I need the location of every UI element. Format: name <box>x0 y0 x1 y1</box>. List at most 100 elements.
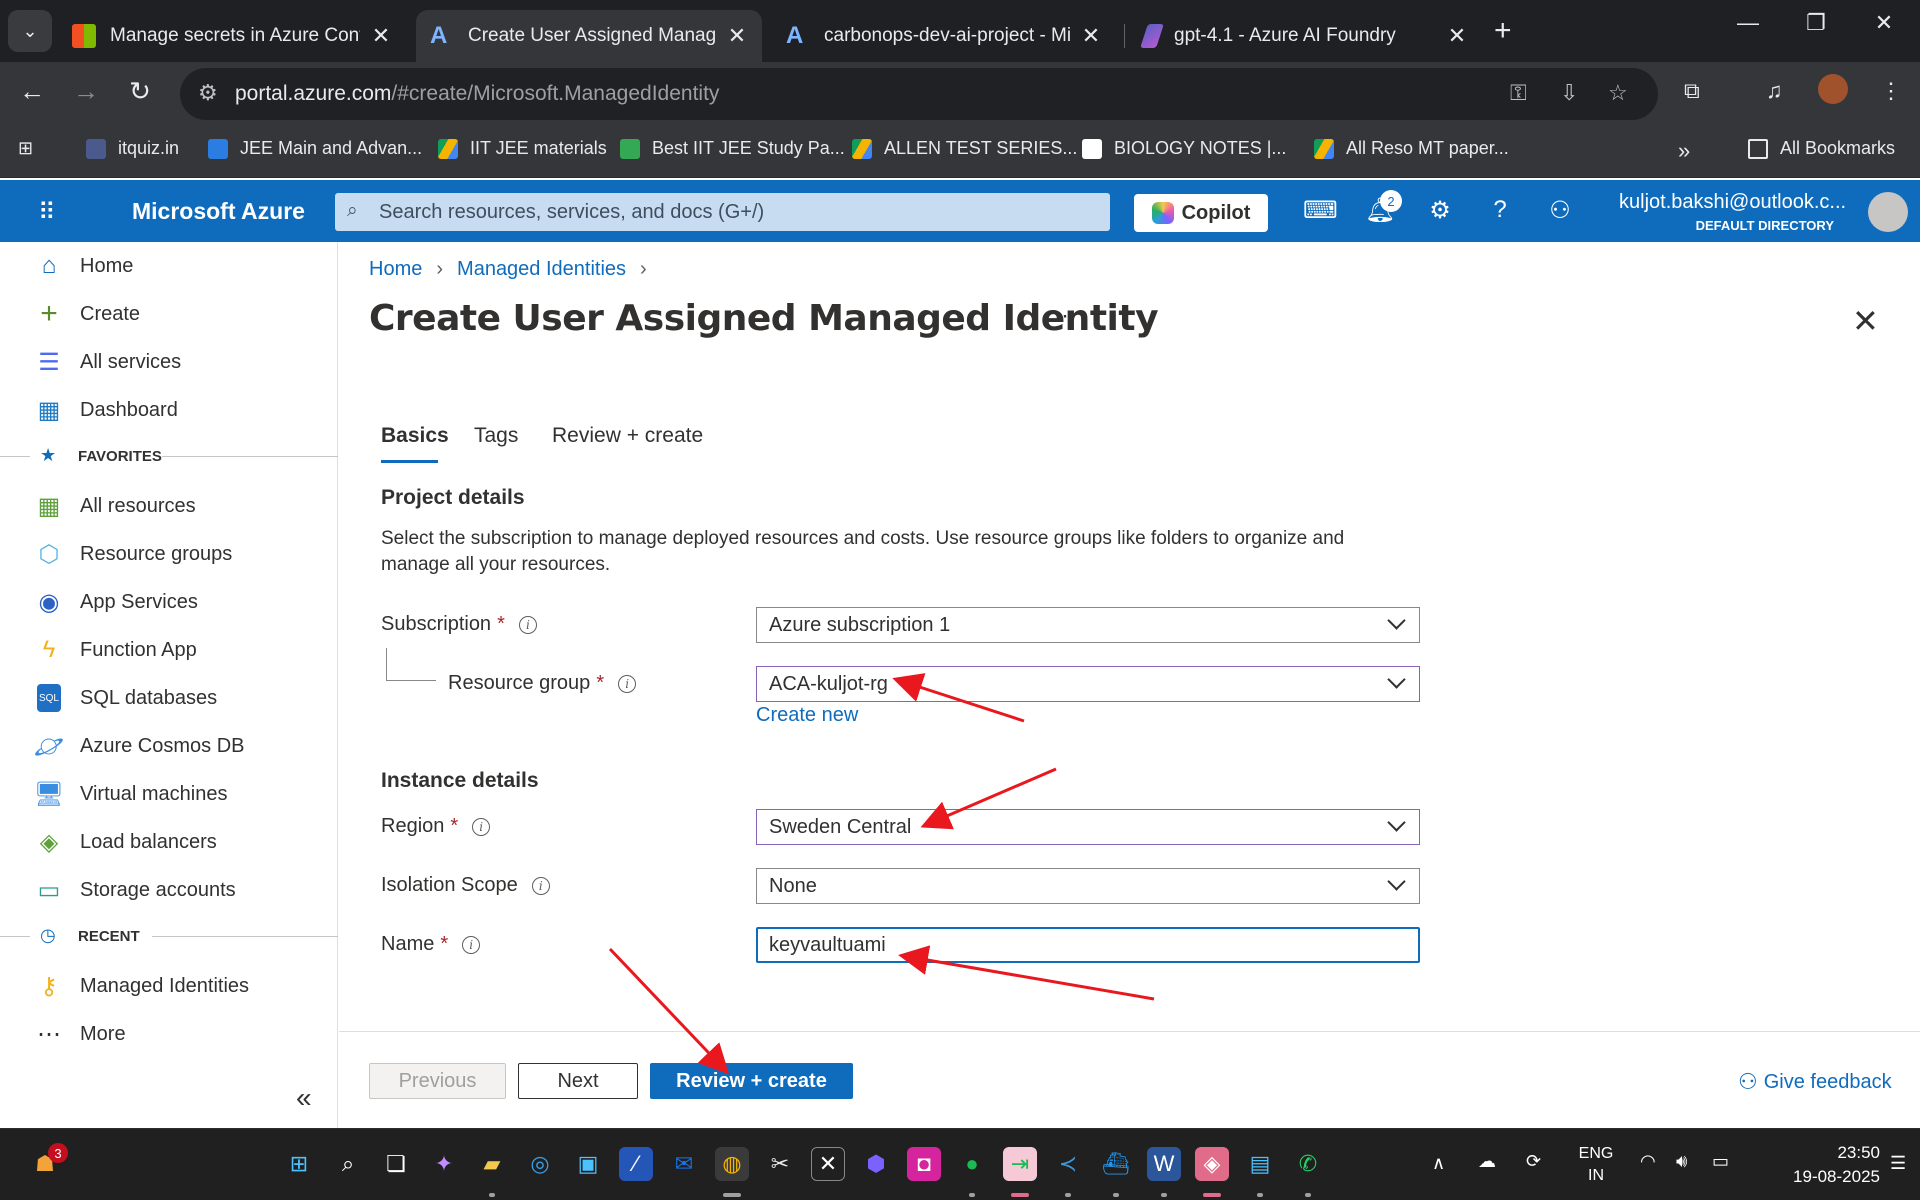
sidebar-item-storage-accounts[interactable]: ▭ Storage accounts <box>34 870 236 910</box>
isolation-scope-dropdown[interactable]: None <box>756 868 1420 904</box>
sidebar-item-create[interactable]: + Create <box>34 294 140 334</box>
file-explorer-icon[interactable]: ▰ <box>475 1147 509 1181</box>
name-input[interactable] <box>756 927 1420 963</box>
media-control-icon[interactable]: ♫ <box>1766 78 1783 104</box>
notepad-icon[interactable]: ▤ <box>1243 1147 1277 1181</box>
tab-review-create[interactable]: Review + create <box>552 424 703 448</box>
task-view-icon[interactable]: ❏ <box>379 1147 413 1181</box>
info-icon[interactable]: i <box>472 817 491 836</box>
start-windows-icon[interactable]: ⊞ <box>282 1147 316 1181</box>
all-bookmarks-button[interactable]: All Bookmarks <box>1748 138 1895 159</box>
sidebar-item-all-services[interactable]: ☰ All services <box>34 342 181 382</box>
vscode-icon[interactable]: ≺ <box>1051 1147 1085 1181</box>
sidebar-item-app-services[interactable]: ◉ App Services <box>34 582 198 622</box>
app-icon[interactable]: ⇥ <box>1003 1147 1037 1181</box>
search-input[interactable] <box>379 199 1079 225</box>
extensions-icon[interactable]: ⧉ <box>1684 78 1700 104</box>
close-icon[interactable]: ✕ <box>1852 302 1879 340</box>
subscription-dropdown[interactable]: Azure subscription 1 <box>756 607 1420 643</box>
sidebar-item-dashboard[interactable]: ▦ Dashboard <box>34 390 178 430</box>
review-create-button[interactable]: Review + create <box>650 1063 853 1099</box>
account-avatar[interactable] <box>1868 192 1908 232</box>
bookmark-item[interactable]: BIOLOGY NOTES |... <box>1082 138 1286 159</box>
bookmark-item[interactable]: ALLEN TEST SERIES... <box>852 138 1077 159</box>
edge-icon[interactable]: ◎ <box>523 1147 557 1181</box>
app-icon[interactable]: ⬢ <box>859 1147 893 1181</box>
restore-icon[interactable]: ❐ <box>1796 10 1836 36</box>
reload-icon[interactable]: ↻ <box>122 76 158 107</box>
close-tab-icon[interactable]: ✕ <box>1446 23 1468 49</box>
store-icon[interactable]: ▣ <box>571 1147 605 1181</box>
sidebar-item-more[interactable]: ⋯ More <box>34 1014 126 1054</box>
region-dropdown[interactable]: Sweden Central <box>756 809 1420 845</box>
close-tab-icon[interactable]: ✕ <box>726 23 748 49</box>
language-indicator[interactable]: ENG IN <box>1578 1143 1614 1187</box>
address-bar[interactable]: ⚙ portal.azure.com/#create/Microsoft.Man… <box>180 68 1658 120</box>
wifi-icon[interactable]: ◠ <box>1640 1151 1656 1172</box>
resource-group-dropdown[interactable]: ACA-kuljot-rg <box>756 666 1420 702</box>
minimize-icon[interactable]: — <box>1728 10 1768 36</box>
close-tab-icon[interactable]: ✕ <box>370 23 392 49</box>
more-options-icon[interactable]: ⋯ <box>1054 303 1076 329</box>
docker-icon[interactable]: ⛴ <box>1099 1147 1133 1181</box>
back-icon[interactable]: ← <box>14 76 50 107</box>
bookmark-star-icon[interactable]: ☆ <box>1608 80 1628 106</box>
search-icon[interactable]: ⌕ <box>331 1147 365 1181</box>
forward-icon[interactable]: → <box>68 76 104 107</box>
browser-tab[interactable]: gpt-4.1 - Azure AI Foundry ✕ <box>1130 10 1482 62</box>
info-icon[interactable]: i <box>618 674 637 693</box>
tab-tags[interactable]: Tags <box>474 424 518 448</box>
more-bookmarks-icon[interactable]: » <box>1678 138 1690 164</box>
whatsapp-icon[interactable]: ✆ <box>1291 1147 1325 1181</box>
sidebar-item-all-resources[interactable]: ▦ All resources <box>34 486 196 526</box>
outlook-icon[interactable]: ✉ <box>667 1147 701 1181</box>
bookmark-item[interactable]: itquiz.in <box>86 138 179 159</box>
site-info-icon[interactable]: ⚙ <box>198 80 218 106</box>
breadcrumb-home[interactable]: Home <box>369 258 422 281</box>
sidebar-item-function-app[interactable]: ϟ Function App <box>34 630 197 670</box>
notification-center-icon[interactable]: ☰ <box>1890 1153 1906 1174</box>
sidebar-item-resource-groups[interactable]: ⬡ Resource groups <box>34 534 233 574</box>
bookmark-item[interactable]: Best IIT JEE Study Pa... <box>620 138 845 159</box>
copilot-taskbar-icon[interactable]: ✦ <box>427 1147 461 1181</box>
collapse-sidebar-icon[interactable]: « <box>296 1082 312 1114</box>
create-new-link[interactable]: Create new <box>756 704 858 727</box>
app-icon[interactable]: ◈ <box>1195 1147 1229 1181</box>
sidebar-item-sql-databases[interactable]: SQL SQL databases <box>34 678 217 718</box>
azure-brand[interactable]: Microsoft Azure <box>132 198 305 225</box>
install-app-icon[interactable]: ⇩ <box>1560 80 1578 106</box>
volume-icon[interactable]: 🔊︎ <box>1676 1151 1687 1172</box>
bookmark-item[interactable]: JEE Main and Advan... <box>208 138 422 159</box>
cloud-shell-icon[interactable]: ⌨ <box>1303 196 1338 225</box>
apps-grid-icon[interactable]: ⊞ <box>18 138 33 159</box>
help-icon[interactable]: ? <box>1483 196 1517 224</box>
sidebar-item-virtual-machines[interactable]: 🖥︎ Virtual machines <box>34 774 228 814</box>
sidebar-item-cosmos-db[interactable]: 🪐︎ Azure Cosmos DB <box>34 726 245 766</box>
close-tab-icon[interactable]: ✕ <box>1080 23 1102 49</box>
sidebar-item-managed-identities[interactable]: ⚷ Managed Identities <box>34 966 249 1006</box>
feedback-person-icon[interactable]: ⚇ <box>1543 196 1577 225</box>
sidebar-item-home[interactable]: ⌂ Home <box>34 246 134 286</box>
give-feedback-link[interactable]: ⚇ Give feedback <box>1738 1069 1892 1095</box>
close-window-icon[interactable]: ✕ <box>1864 10 1904 36</box>
settings-gear-icon[interactable]: ⚙ <box>1423 196 1457 225</box>
info-icon[interactable]: i <box>518 615 537 634</box>
password-key-icon[interactable]: ⚿ <box>1510 80 1527 106</box>
profile-avatar[interactable] <box>1818 74 1848 104</box>
onedrive-cloud-icon[interactable]: ☁ <box>1478 1151 1496 1172</box>
sync-icon[interactable]: ⟳ <box>1526 1151 1541 1172</box>
instagram-icon[interactable]: ◘ <box>907 1147 941 1181</box>
bookmark-item[interactable]: All Reso MT paper... <box>1314 138 1509 159</box>
tab-basics[interactable]: Basics <box>381 424 449 448</box>
menu-kebab-icon[interactable]: ⋮ <box>1880 78 1902 104</box>
bookmark-item[interactable]: IIT JEE materials <box>438 138 607 159</box>
snipping-tool-icon[interactable]: ✂ <box>763 1147 797 1181</box>
browser-tab[interactable]: A carbonops-dev-ai-project - Mic ✕ <box>772 10 1116 62</box>
breadcrumb-managed-identities[interactable]: Managed Identities <box>457 258 626 281</box>
clock-time[interactable]: 23:50 <box>1800 1143 1880 1163</box>
sidebar-item-load-balancers[interactable]: ◈ Load balancers <box>34 822 217 862</box>
info-icon[interactable]: i <box>531 876 550 895</box>
copilot-button[interactable]: Copilot <box>1134 194 1268 232</box>
azure-data-studio-icon[interactable]: ⁄ <box>619 1147 653 1181</box>
spotify-icon[interactable]: ● <box>955 1147 989 1181</box>
